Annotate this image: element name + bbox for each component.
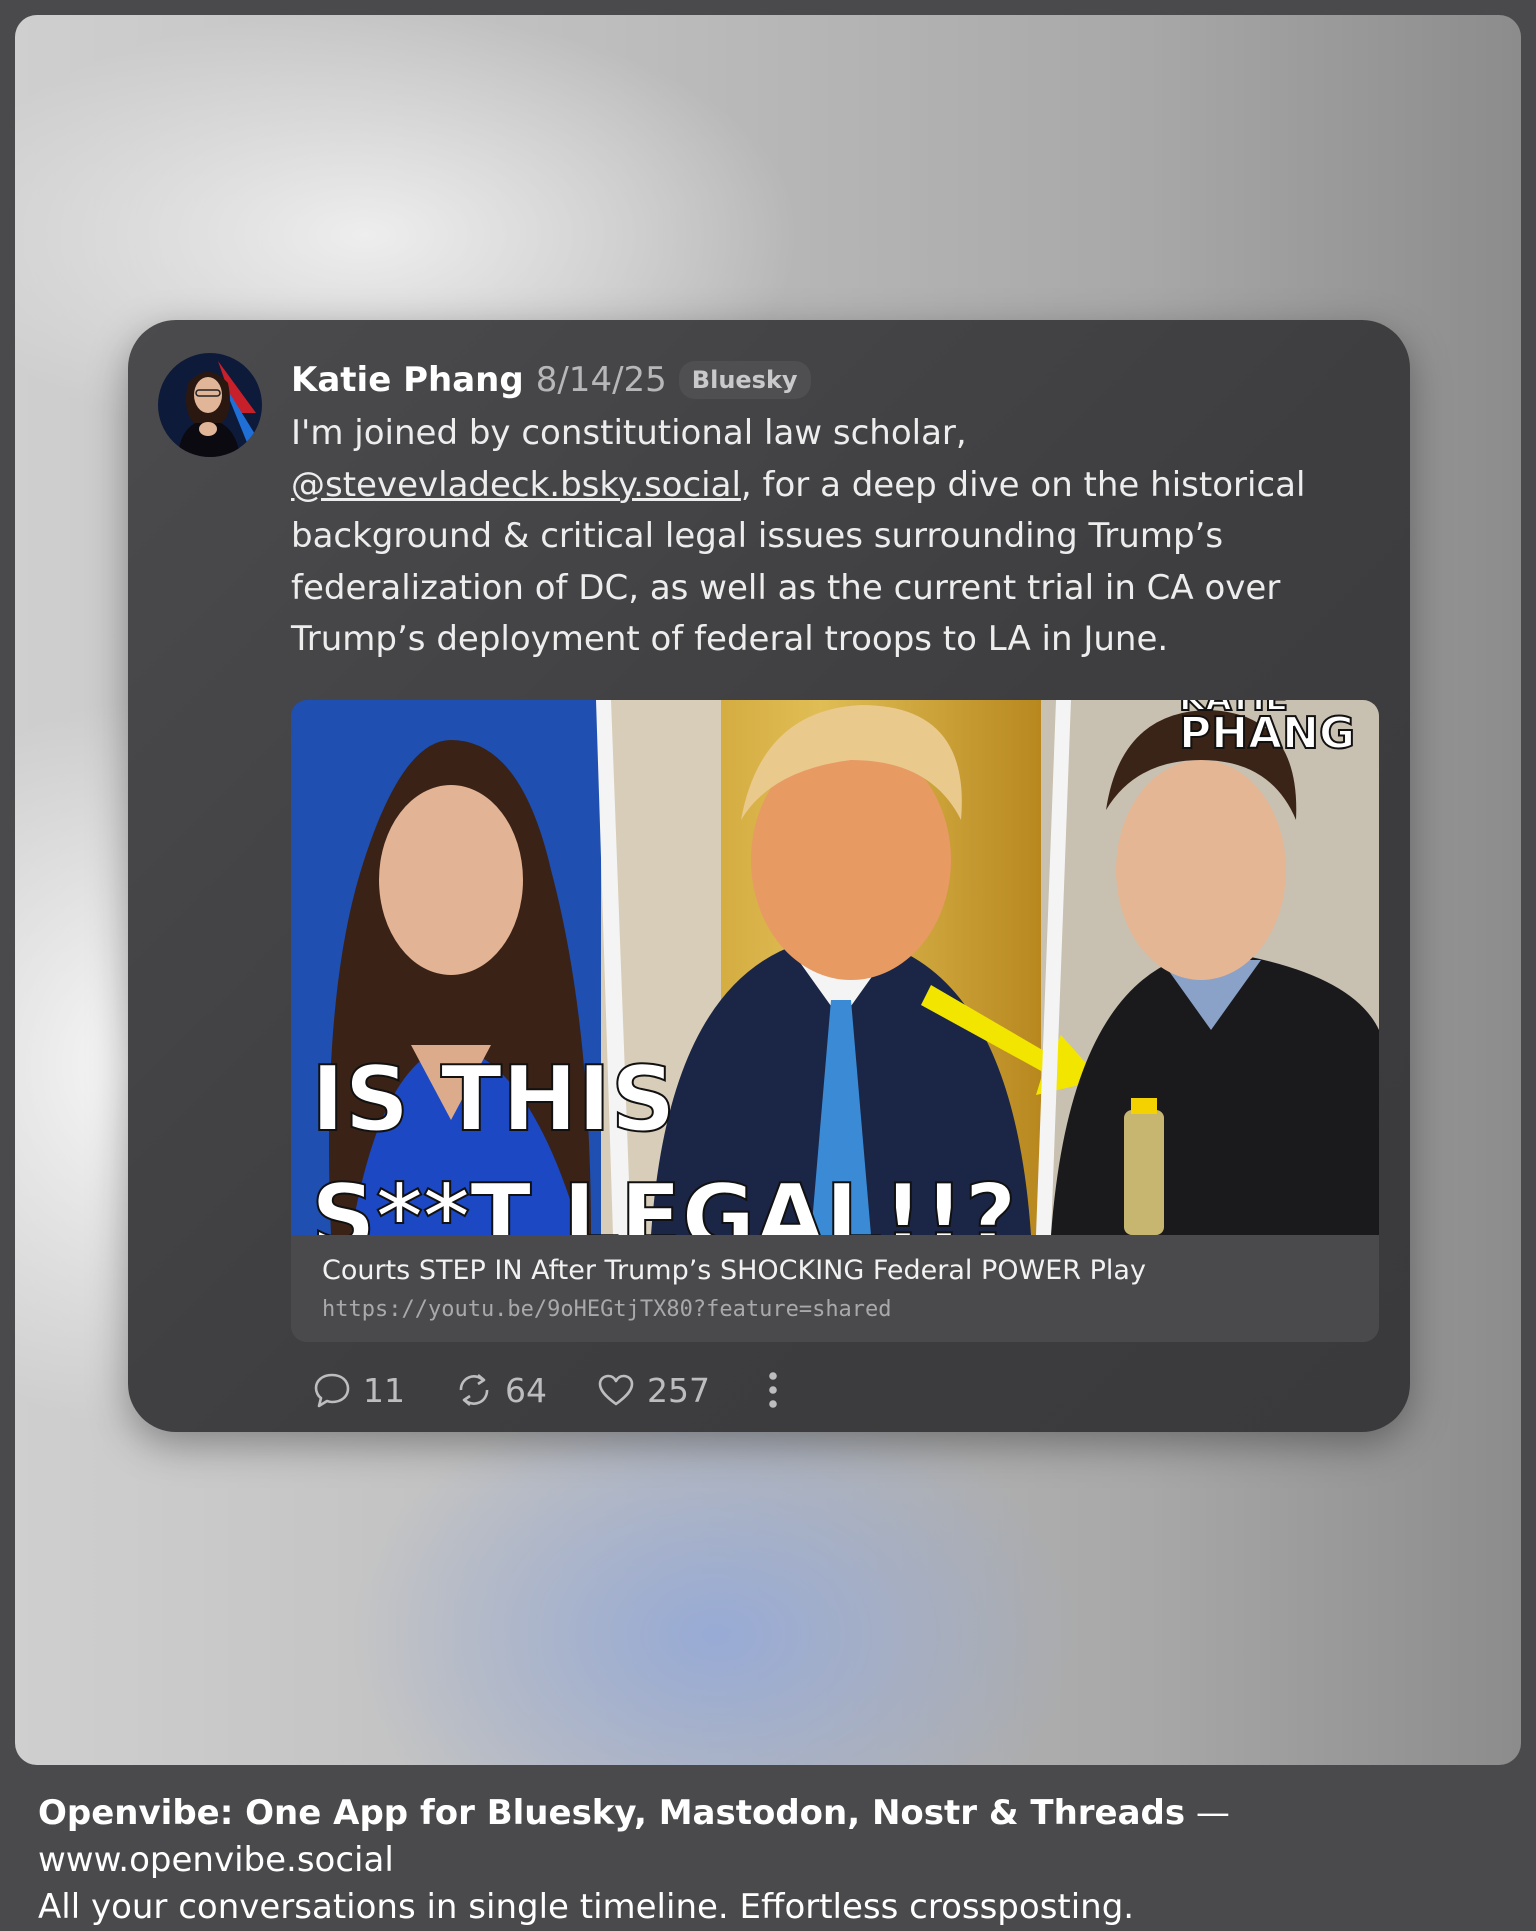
repost-icon xyxy=(459,1374,489,1406)
like-button[interactable]: 257 xyxy=(595,1369,710,1411)
post-actions: 11 64 257 xyxy=(311,1365,788,1415)
footer-separator: — xyxy=(1185,1793,1230,1833)
avatar[interactable] xyxy=(158,353,262,457)
platform-badge: Bluesky xyxy=(678,361,811,399)
link-title[interactable]: Courts STEP IN After Trump’s SHOCKING Fe… xyxy=(322,1255,1146,1286)
link-url[interactable]: https://youtu.be/9oHEGtjTX80?feature=sha… xyxy=(322,1297,892,1322)
video-thumbnail: IS THIS S**T LEGAL!!? KATIE PHANG xyxy=(291,700,1379,1235)
link-preview-card[interactable]: IS THIS S**T LEGAL!!? KATIE PHANG Courts… xyxy=(291,700,1379,1342)
promo-footer: Openvibe: One App for Bluesky, Mastodon,… xyxy=(38,1790,1498,1931)
repost-button[interactable]: 64 xyxy=(453,1369,547,1411)
more-icon xyxy=(769,1372,777,1408)
svg-text:S**T LEGAL!!?: S**T LEGAL!!? xyxy=(311,1165,1017,1235)
svg-text:IS THIS: IS THIS xyxy=(311,1047,676,1152)
reply-icon xyxy=(314,1373,350,1408)
more-button[interactable] xyxy=(758,1368,788,1412)
post-text: I'm joined by constitutional law scholar… xyxy=(291,408,1351,666)
footer-tagline: All your conversations in single timelin… xyxy=(38,1887,1135,1927)
reply-count: 11 xyxy=(363,1370,405,1410)
post-card[interactable]: Katie Phang 8/14/25 Bluesky I'm joined b… xyxy=(128,320,1410,1432)
svg-text:PHANG: PHANG xyxy=(1179,708,1355,759)
like-icon xyxy=(598,1374,634,1406)
like-count: 257 xyxy=(647,1370,710,1410)
repost-count: 64 xyxy=(505,1370,547,1410)
mention-link[interactable]: @stevevladeck.bsky.social xyxy=(291,465,741,505)
post-header: Katie Phang 8/14/25 Bluesky xyxy=(291,355,811,405)
author-name[interactable]: Katie Phang xyxy=(291,360,524,400)
post-text-start: I'm joined by constitutional law scholar… xyxy=(291,413,967,453)
link-card-meta: Courts STEP IN After Trump’s SHOCKING Fe… xyxy=(291,1235,1379,1342)
footer-site[interactable]: www.openvibe.social xyxy=(38,1840,394,1880)
footer-line-1: Openvibe: One App for Bluesky, Mastodon,… xyxy=(38,1790,1498,1884)
footer-headline: Openvibe: One App for Bluesky, Mastodon,… xyxy=(38,1793,1186,1833)
post-date[interactable]: 8/14/25 xyxy=(536,360,667,400)
background-frame: Katie Phang 8/14/25 Bluesky I'm joined b… xyxy=(15,15,1521,1765)
reply-button[interactable]: 11 xyxy=(311,1369,405,1411)
